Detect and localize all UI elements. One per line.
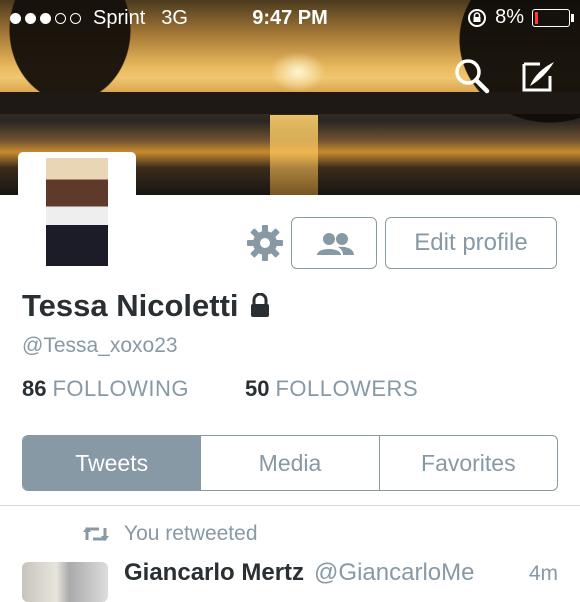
status-bar: Sprint 3G 9:47 PM 8% bbox=[0, 0, 580, 36]
profile-name-row: Tessa Nicoletti bbox=[22, 288, 271, 324]
edit-profile-button[interactable]: Edit profile bbox=[385, 217, 557, 269]
following-count: 86 bbox=[22, 376, 47, 401]
followers-stat[interactable]: 50 FOLLOWERS bbox=[245, 376, 418, 402]
retweet-icon bbox=[83, 527, 109, 541]
tweet-author-avatar[interactable] bbox=[22, 562, 108, 602]
followers-count: 50 bbox=[245, 376, 270, 401]
profile-handle: @Tessa_xoxo23 bbox=[22, 334, 178, 357]
settings-gear-icon[interactable] bbox=[246, 224, 284, 262]
lock-icon bbox=[250, 293, 269, 317]
people-icon bbox=[317, 233, 354, 255]
profile-stats: 86 FOLLOWING 50 FOLLOWERS bbox=[22, 376, 418, 402]
tweet-author-name: Giancarlo Mertz bbox=[124, 559, 305, 586]
profile-tabs: Tweets Media Favorites bbox=[22, 435, 558, 491]
retweet-label: You retweeted bbox=[124, 522, 258, 545]
tab-tweets[interactable]: Tweets bbox=[23, 436, 201, 490]
lists-people-button[interactable] bbox=[291, 217, 377, 269]
avatar[interactable] bbox=[46, 158, 108, 266]
header-sun bbox=[270, 52, 326, 92]
battery-icon bbox=[532, 8, 574, 27]
profile-name: Tessa Nicoletti bbox=[22, 288, 239, 323]
following-label: FOLLOWING bbox=[52, 376, 189, 401]
header-shoreline bbox=[0, 92, 580, 114]
tweet-author-handle: @GiancarloMe bbox=[314, 559, 475, 586]
followers-label: FOLLOWERS bbox=[275, 376, 419, 401]
battery-percent: 8% bbox=[495, 6, 524, 28]
compose-icon[interactable] bbox=[518, 56, 558, 96]
timeline-divider bbox=[0, 505, 580, 506]
header-sun-reflection bbox=[270, 115, 318, 195]
tweet-timestamp: 4m bbox=[528, 562, 558, 585]
following-stat[interactable]: 86 FOLLOWING bbox=[22, 376, 189, 402]
retweet-context: You retweeted bbox=[82, 522, 258, 546]
battery-level-fill bbox=[535, 11, 538, 24]
search-icon[interactable] bbox=[452, 56, 492, 96]
tab-favorites[interactable]: Favorites bbox=[378, 436, 557, 490]
status-right: 8% bbox=[467, 6, 574, 29]
tweet-header[interactable]: Giancarlo Mertz @GiancarloMe bbox=[124, 559, 474, 587]
tab-media[interactable]: Media bbox=[200, 436, 378, 490]
rotation-lock-icon bbox=[468, 8, 487, 27]
